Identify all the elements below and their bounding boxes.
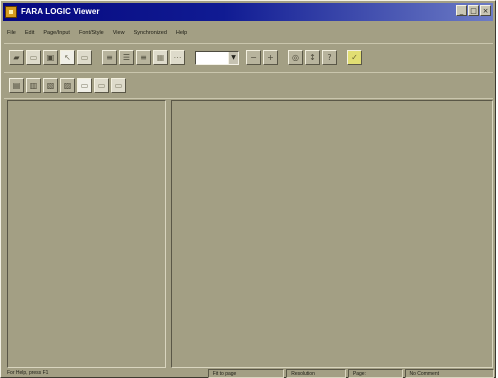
mode-1-button[interactable]: ▤: [9, 78, 24, 93]
minimize-button[interactable]: _: [456, 5, 467, 16]
align-center-icon: ☰: [122, 52, 131, 62]
window-title: FARA LOGIC Viewer: [21, 7, 100, 16]
zoom-in-icon: +: [267, 52, 274, 62]
menu-help[interactable]: Help: [176, 30, 187, 37]
transform-icon: ↕: [309, 52, 316, 62]
mode-7-button[interactable]: ▭: [111, 78, 126, 93]
app-window: FARA LOGIC Viewer _ □ × File Edit Page/I…: [0, 0, 496, 378]
cursor-tool-button[interactable]: ↖: [60, 50, 75, 65]
mode-3-icon: ▧: [46, 80, 55, 90]
maximize-button[interactable]: □: [468, 5, 479, 16]
menu-file[interactable]: File: [7, 30, 16, 37]
status-comment: No Comment: [404, 368, 494, 378]
align-left-button[interactable]: ≡: [102, 50, 117, 65]
mode-2-button[interactable]: ▥: [26, 78, 41, 93]
menu-page-input[interactable]: Page/Input: [43, 30, 70, 37]
menu-bar: File Edit Page/Input Font/Style View Syn…: [7, 27, 187, 40]
close-button[interactable]: ×: [480, 5, 491, 16]
mode-4-icon: ▨: [63, 80, 72, 90]
zoom-in-button[interactable]: +: [263, 50, 278, 65]
print-icon: ▣: [46, 52, 55, 62]
font-size-select[interactable]: ▼: [195, 50, 239, 65]
mode-4-button[interactable]: ▨: [60, 78, 75, 93]
zoom-out-button[interactable]: −: [246, 50, 261, 65]
save-icon: ▭: [29, 52, 38, 62]
toolbar-separator-bottom: [4, 98, 493, 99]
transform-button[interactable]: ↕: [305, 50, 320, 65]
mode-6-icon: ▭: [97, 80, 106, 90]
check-icon: ✓: [351, 52, 358, 62]
menu-view[interactable]: View: [113, 30, 125, 37]
grid-icon: ▦: [156, 52, 165, 62]
menu-edit[interactable]: Edit: [25, 30, 34, 37]
zoom-out-icon: −: [250, 52, 257, 62]
align-center-button[interactable]: ☰: [119, 50, 134, 65]
cursor-icon: ↖: [64, 52, 71, 62]
select-icon: ▭: [80, 52, 89, 62]
menu-synchronized[interactable]: Synchronized: [134, 30, 167, 37]
align-right-icon: ≡: [140, 52, 147, 62]
window-controls: _ □ ×: [456, 5, 491, 16]
document-view[interactable]: [171, 100, 493, 368]
save-button[interactable]: ▭: [26, 50, 41, 65]
align-left-icon: ≡: [106, 52, 113, 62]
mode-2-icon: ▥: [29, 80, 38, 90]
open-icon: ▰: [13, 52, 20, 62]
app-icon: [5, 6, 17, 18]
help-button[interactable]: ?: [322, 50, 337, 65]
grid-button[interactable]: ▦: [153, 50, 168, 65]
select-tool-button[interactable]: ▭: [77, 50, 92, 65]
open-button[interactable]: ▰: [9, 50, 24, 65]
chevron-down-icon[interactable]: ▼: [228, 51, 238, 64]
status-bar: For Help, press F1 Fit to page Resolutio…: [3, 368, 494, 378]
help-icon: ?: [327, 52, 332, 62]
find-icon: ◎: [292, 52, 299, 62]
status-page: Page:: [347, 368, 403, 378]
align-right-button[interactable]: ≡: [136, 50, 151, 65]
print-button[interactable]: ▣: [43, 50, 58, 65]
status-resolution: Resolution: [286, 368, 346, 378]
find-button[interactable]: ◎: [288, 50, 303, 65]
mode-5-icon: ▭: [80, 80, 89, 90]
main-toolbar: ▰ ▭ ▣ ↖ ▭ ≡ ☰ ≡ ▦ ⋯ ▼ − + ◎ ↕ ? ✓: [9, 48, 364, 67]
mode-7-icon: ▭: [114, 80, 123, 90]
check-button[interactable]: ✓: [347, 50, 362, 65]
mode-3-button[interactable]: ▧: [43, 78, 58, 93]
mode-5-button[interactable]: ▭: [77, 78, 92, 93]
status-fit-to-page: Fit to page: [207, 368, 285, 378]
toolbar-separator-middle: [4, 72, 493, 73]
title-bar[interactable]: FARA LOGIC Viewer _ □ ×: [3, 3, 493, 21]
left-panel[interactable]: [7, 100, 166, 368]
mode-1-icon: ▤: [12, 80, 21, 90]
pattern-button[interactable]: ⋯: [170, 50, 185, 65]
menu-font-style[interactable]: Font/Style: [79, 30, 104, 37]
mode-6-button[interactable]: ▭: [94, 78, 109, 93]
status-help-text: For Help, press F1: [7, 369, 49, 376]
secondary-toolbar: ▤ ▥ ▧ ▨ ▭ ▭ ▭: [9, 76, 128, 95]
pattern-icon: ⋯: [173, 52, 182, 62]
toolbar-separator-top: [4, 43, 493, 44]
